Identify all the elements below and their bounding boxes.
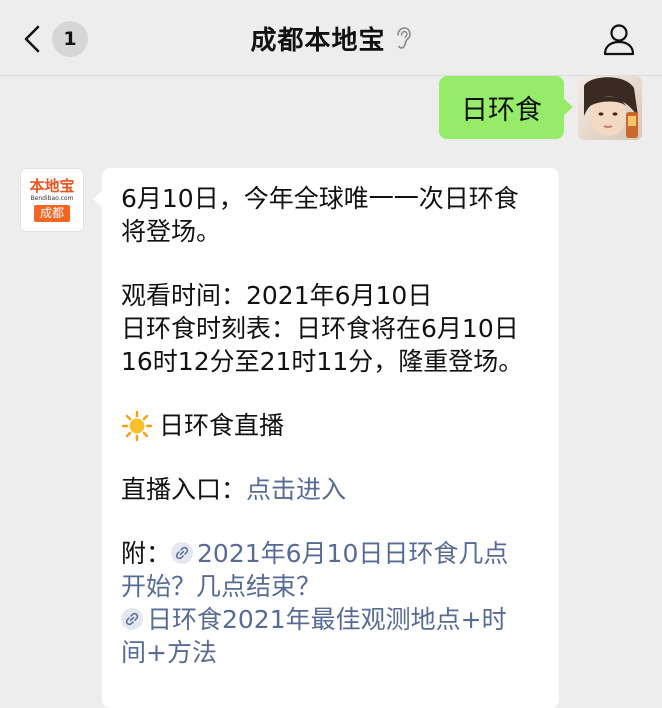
profile-icon[interactable]: [602, 22, 636, 56]
article-link-1-text-b[interactable]: 开始？几点结束？: [121, 570, 541, 603]
chat-title: 成都本地宝: [250, 25, 386, 56]
official-account-avatar[interactable]: 本地宝 Bendibao.com 成都: [20, 168, 84, 232]
avatar-logo-sub: Bendibao.com: [30, 195, 74, 202]
entry-line: 直播入口：点击进入: [121, 473, 541, 506]
article-link-1[interactable]: 2021年6月10日日环食几点: [171, 539, 508, 568]
top-nav-bar: 1 成都本地宝: [0, 0, 662, 76]
sent-message-text: 日环食: [461, 95, 542, 126]
received-message-bubble: 6月10日，今年全球唯一一次日环食 将登场。 观看时间：2021年6月10日 日…: [93, 168, 559, 708]
link-icon: [171, 542, 194, 564]
sent-message-bubble[interactable]: 日环食: [439, 76, 573, 139]
message-line: 将登场。: [121, 217, 222, 246]
live-title: 日环食直播: [159, 411, 285, 440]
sun-icon: [121, 410, 153, 441]
message-line: 观看时间：2021年6月10日: [121, 281, 433, 310]
appendix-block: 附： 2021年6月10日日环食几点 开始？几点结束？ 日环食2021年最佳观测地…: [121, 537, 541, 669]
live-title-line: 日环食直播: [121, 409, 541, 442]
sent-message-row: 日环食: [439, 76, 642, 140]
link-icon: [121, 608, 143, 630]
avatar-logo-text: 本地宝: [29, 177, 75, 195]
user-avatar-image: [578, 76, 642, 140]
entry-link[interactable]: 点击进入: [246, 475, 346, 504]
avatar-logo-city: 成都: [33, 205, 70, 222]
chat-title-area: 成都本地宝: [0, 18, 662, 58]
message-line: 16时12分至21时11分，隆重登场。: [121, 347, 524, 376]
entry-label: 直播入口：: [121, 475, 247, 504]
article-link-1-text-a: 2021年6月10日日环食几点: [197, 539, 509, 568]
message-line: 6月10日，今年全球唯一一次日环食: [121, 184, 519, 213]
message-line: 日环食时刻表：日环食将在6月10日: [121, 314, 519, 343]
mute-ear-icon: [396, 27, 411, 49]
received-message-row: 本地宝 Bendibao.com 成都 6月10日，今年全球唯一一次日环食 将登…: [20, 168, 559, 708]
article-link-2-text-b[interactable]: 间+方法: [121, 636, 541, 669]
article-link-2[interactable]: 日环食2021年最佳观测地点+时: [121, 603, 541, 636]
appendix-label: 附：: [121, 539, 172, 568]
user-avatar[interactable]: [578, 76, 642, 140]
article-link-2-text-a: 日环食2021年最佳观测地点+时: [147, 605, 507, 634]
